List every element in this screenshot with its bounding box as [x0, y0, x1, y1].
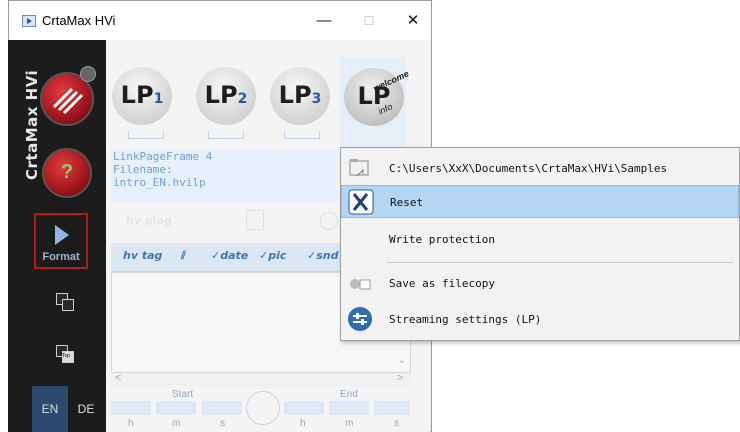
- lp1-button[interactable]: LP1: [112, 67, 172, 125]
- lp3-slot: [284, 131, 320, 139]
- menu-item-streaming-settings[interactable]: Streaming settings (LP): [341, 303, 739, 335]
- menu-item-path[interactable]: C:\Users\XxX\Documents\CrtaMax\HVi\Sampl…: [341, 152, 739, 184]
- vertical-app-title-text: CrtaMax HVi: [23, 69, 41, 180]
- lp3-prefix: LP: [278, 81, 312, 109]
- info-line-1: LinkPageFrame 4: [113, 150, 213, 163]
- lp1-prefix: LP: [120, 81, 154, 109]
- menu-item-save-filecopy-label: Save as filecopy: [389, 277, 495, 290]
- info-line-3: intro_EN.hvilp: [113, 176, 206, 189]
- unit-h-start: h: [128, 418, 134, 429]
- start-s-field[interactable]: [202, 401, 242, 415]
- question-icon: ?: [60, 161, 74, 183]
- date-tag-button[interactable]: ✓date: [211, 249, 248, 262]
- end-label: End: [340, 389, 358, 400]
- close-button[interactable]: ✕: [398, 11, 428, 31]
- end-m-field[interactable]: [329, 401, 369, 415]
- maximize-button[interactable]: ☐: [354, 11, 384, 31]
- vertical-app-title: CrtaMax HVi: [11, 40, 41, 190]
- info-line-2: Filename:: [113, 163, 173, 176]
- clipboard-icon[interactable]: [246, 210, 264, 230]
- app-icon: [22, 15, 36, 27]
- menu-item-reset-label: Reset: [390, 196, 424, 209]
- playtag-button[interactable]: hv plag: [126, 214, 172, 227]
- menu-item-write-protection[interactable]: Write protection: [341, 224, 739, 254]
- start-h-field[interactable]: [111, 401, 151, 415]
- pic-tag-button[interactable]: ✓pic: [259, 249, 286, 262]
- welcome-lp-button[interactable]: LP welcome info: [344, 68, 410, 126]
- menu-item-reset[interactable]: Reset: [341, 185, 739, 218]
- lp1-slot: [128, 131, 164, 139]
- start-label: Start: [172, 389, 194, 400]
- snd-tag-button[interactable]: ✓snd: [307, 249, 338, 262]
- minimize-button[interactable]: —: [309, 11, 339, 31]
- title-bar[interactable]: CrtaMax HVi — ☐ ✕: [9, 1, 431, 41]
- menu-item-write-protection-label: Write protection: [389, 233, 495, 246]
- lp2-button[interactable]: LP2: [196, 67, 256, 125]
- lp1-number: 1: [153, 91, 164, 107]
- lp2-slot: [208, 131, 244, 139]
- menu-separator: [387, 262, 733, 263]
- lp3-button[interactable]: LP3: [270, 67, 330, 125]
- play-arrow-icon: [55, 225, 69, 245]
- unit-m-start: m: [172, 418, 181, 429]
- unit-h-end: h: [300, 418, 306, 429]
- filecopy-icon: [350, 279, 371, 290]
- hvtag-button[interactable]: hv tag: [123, 249, 162, 262]
- x-mark-icon: [348, 189, 374, 215]
- top-icon-label: Top: [62, 353, 71, 359]
- menu-item-save-filecopy[interactable]: Save as filecopy: [341, 268, 739, 298]
- start-m-field[interactable]: [156, 401, 196, 415]
- lp3-number: 3: [311, 91, 322, 107]
- end-s-field[interactable]: [374, 401, 410, 415]
- format-label: Format: [42, 251, 80, 263]
- vscroll-down-icon[interactable]: ⌄: [398, 355, 406, 366]
- clock-icon[interactable]: [246, 391, 280, 425]
- end-h-field[interactable]: [284, 401, 324, 415]
- menu-item-streaming-settings-label: Streaming settings (LP): [389, 313, 542, 326]
- unit-m-end: m: [345, 418, 354, 429]
- folder-icon: [349, 159, 369, 177]
- menu-item-path-label: C:\Users\XxX\Documents\CrtaMax\HVi\Sampl…: [389, 162, 668, 175]
- help-button[interactable]: ?: [42, 148, 92, 198]
- lang-de-button[interactable]: DE: [68, 386, 104, 432]
- small-globe-icon: [80, 66, 96, 82]
- scroll-right-icon[interactable]: >: [397, 372, 403, 384]
- info-box: LinkPageFrame 4 Filename: intro_EN.hvilp: [111, 150, 337, 202]
- lp2-prefix: LP: [204, 81, 238, 109]
- horizontal-scrollbar[interactable]: < >: [111, 372, 411, 386]
- window-title: CrtaMax HVi: [42, 13, 116, 28]
- lp2-number: 2: [237, 91, 248, 107]
- attach-icon[interactable]: ⫽: [181, 249, 186, 263]
- unit-s-end: s: [394, 418, 399, 429]
- lang-en-button[interactable]: EN: [32, 386, 68, 432]
- copy-icon[interactable]: [56, 293, 78, 315]
- format-button[interactable]: Format: [34, 213, 88, 269]
- context-menu: C:\Users\XxX\Documents\CrtaMax\HVi\Sampl…: [340, 147, 740, 341]
- scroll-left-icon[interactable]: <: [115, 372, 121, 384]
- sliders-icon: [348, 307, 372, 331]
- unit-s-start: s: [220, 418, 225, 429]
- top-page-icon[interactable]: Top: [56, 345, 78, 367]
- ghost-circle-icon[interactable]: [320, 212, 338, 230]
